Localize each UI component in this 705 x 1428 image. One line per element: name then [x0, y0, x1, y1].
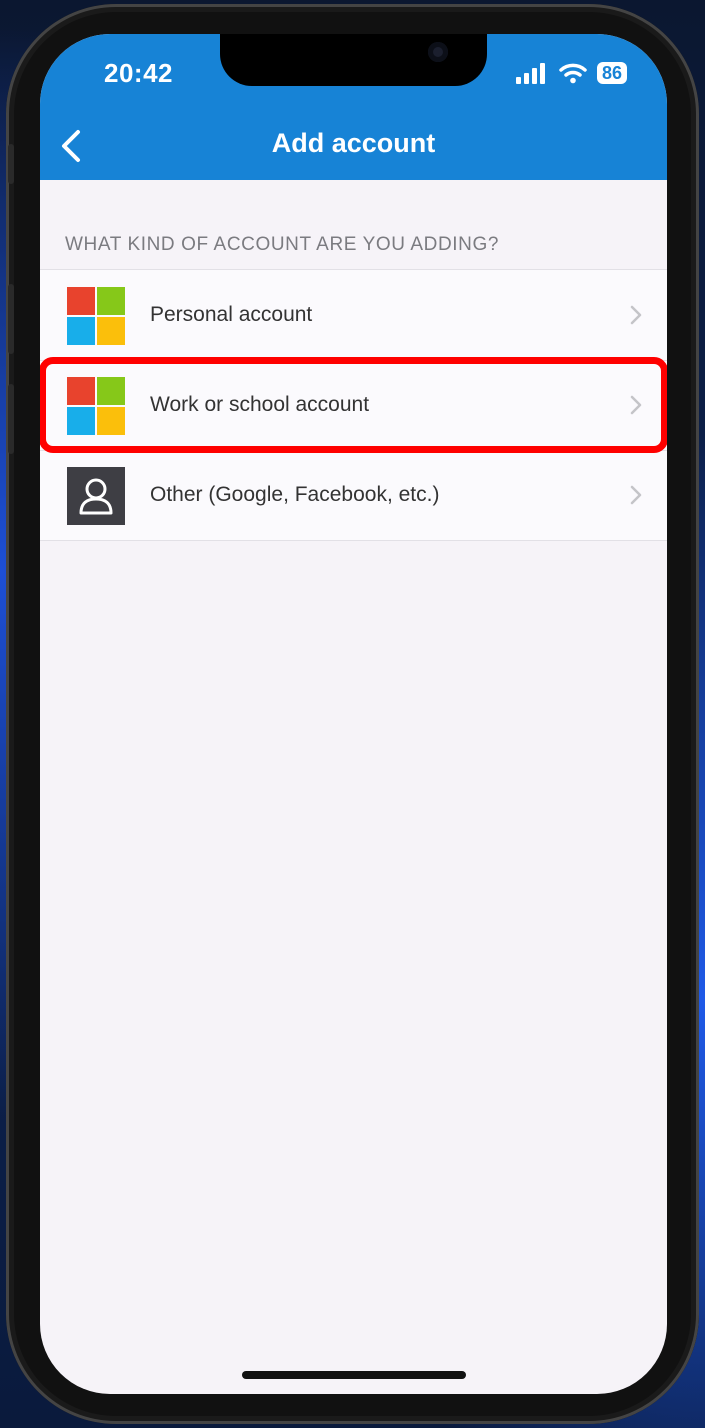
volume-up-button: [8, 284, 14, 354]
status-icons: 86: [515, 62, 627, 84]
cellular-signal-icon: [515, 63, 545, 84]
app-screen: 20:42 86 Add account WHAT KIND OF ACCOUN…: [40, 34, 667, 1394]
person-icon: [67, 467, 125, 525]
chevron-right-icon: [630, 305, 642, 325]
section-header: WHAT KIND OF ACCOUNT ARE YOU ADDING?: [65, 234, 500, 255]
nav-header: 20:42 86 Add account: [40, 34, 667, 180]
silent-switch: [8, 144, 14, 184]
camera-notch: [220, 34, 487, 86]
list-item-label: Other (Google, Facebook, etc.): [150, 483, 440, 506]
account-type-list: Personal account Work or school account: [40, 269, 667, 541]
list-item-other-account[interactable]: Other (Google, Facebook, etc.): [40, 450, 667, 540]
front-camera: [428, 42, 448, 62]
microsoft-logo-icon: [67, 287, 125, 345]
status-time: 20:42: [104, 58, 173, 88]
volume-down-button: [8, 384, 14, 454]
wifi-icon: [559, 63, 587, 84]
microsoft-logo-icon: [67, 377, 125, 435]
list-item-personal-account[interactable]: Personal account: [40, 270, 667, 360]
list-item-work-or-school-account[interactable]: Work or school account: [40, 360, 667, 450]
chevron-right-icon: [630, 395, 642, 415]
page-title: Add account: [271, 128, 436, 158]
home-indicator: [242, 1371, 466, 1379]
battery-indicator: 86: [596, 62, 627, 84]
chevron-right-icon: [630, 485, 642, 505]
list-item-label: Personal account: [150, 303, 313, 326]
list-item-label: Work or school account: [150, 393, 370, 416]
